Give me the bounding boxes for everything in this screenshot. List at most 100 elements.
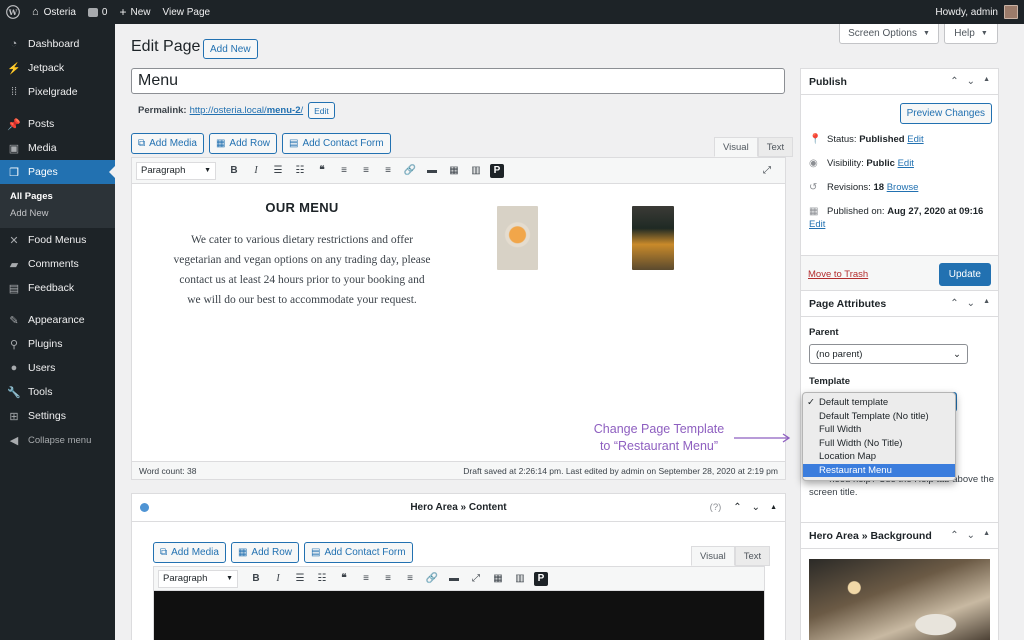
read-more-icon[interactable]: ▬ — [446, 571, 462, 587]
move-to-trash-link[interactable]: Move to Trash — [808, 269, 868, 280]
add-media-button[interactable]: ⧉ Add Media — [131, 133, 204, 154]
hero-format-select[interactable]: Paragraph ▼ — [158, 569, 238, 588]
new-content-link[interactable]: + New — [113, 0, 156, 24]
numbered-list-icon[interactable]: ☷ — [314, 571, 330, 587]
numbered-list-icon[interactable]: ☷ — [292, 163, 308, 179]
chevron-up-icon[interactable]: ⌃ — [950, 530, 958, 541]
pixelgrade-p-icon[interactable]: P — [534, 571, 548, 586]
editor-content[interactable]: OUR MENU We cater to various dietary res… — [132, 184, 785, 456]
italic-icon[interactable]: I — [270, 571, 286, 587]
sidebar-item-dashboard[interactable]: ◔ Dashboard — [0, 32, 115, 56]
template-option[interactable]: Full Width — [803, 423, 955, 437]
permalink-link[interactable]: http://osteria.local/menu-2/ — [190, 105, 304, 116]
hero-box-help[interactable]: (?) — [710, 502, 722, 513]
tab-text[interactable]: Text — [757, 137, 794, 157]
caret-up-icon[interactable]: ▲ — [983, 530, 990, 541]
italic-icon[interactable]: I — [248, 163, 264, 179]
columns-icon[interactable]: ▥ — [512, 571, 528, 587]
align-center-icon[interactable]: ≡ — [358, 163, 374, 179]
sidebar-item-tools[interactable]: 🔧 Tools — [0, 380, 115, 404]
bold-icon[interactable]: B — [248, 571, 264, 587]
align-left-icon[interactable]: ≡ — [336, 163, 352, 179]
caret-up-icon[interactable]: ▲ — [983, 298, 990, 309]
submenu-add-new[interactable]: Add New — [0, 205, 115, 222]
chevron-down-icon[interactable]: ⌄ — [967, 298, 975, 309]
caret-up-icon[interactable]: ▲ — [770, 504, 777, 511]
align-right-icon[interactable]: ≡ — [380, 163, 396, 179]
template-dropdown-menu[interactable]: ✓ Default template Default Template (No t… — [802, 392, 956, 481]
post-title-input[interactable]: Menu — [131, 68, 785, 94]
hero-tab-text[interactable]: Text — [734, 546, 771, 566]
template-option[interactable]: Default Template (No title) — [803, 410, 955, 424]
align-center-icon[interactable]: ≡ — [380, 571, 396, 587]
hero-tab-visual[interactable]: Visual — [691, 546, 735, 566]
preview-changes-button[interactable]: Preview Changes — [899, 103, 992, 124]
blockquote-icon[interactable]: ❝ — [314, 163, 330, 179]
sidebar-item-users[interactable]: ● Users — [0, 356, 115, 380]
screen-options-button[interactable]: Screen Options ▼ — [839, 24, 939, 44]
cocktail-image[interactable] — [632, 206, 674, 270]
parent-select[interactable]: (no parent) ⌄ — [809, 344, 968, 364]
sidebar-item-food-menus[interactable]: ✕ Food Menus — [0, 228, 115, 252]
fullscreen-icon[interactable]: ⤢ — [468, 571, 484, 587]
template-option[interactable]: Full Width (No Title) — [803, 437, 955, 451]
sidebar-item-media[interactable]: ▣ Media — [0, 136, 115, 160]
align-right-icon[interactable]: ≡ — [402, 571, 418, 587]
link-icon[interactable]: 🔗 — [402, 163, 418, 179]
align-left-icon[interactable]: ≡ — [358, 571, 374, 587]
chevron-down-icon[interactable]: ⌄ — [967, 530, 975, 541]
sidebar-item-comments[interactable]: ▰ Comments — [0, 252, 115, 276]
account-menu[interactable]: Howdy, admin — [929, 0, 1024, 24]
sidebar-item-feedback[interactable]: ▤ Feedback — [0, 276, 115, 300]
link-icon[interactable]: 🔗 — [424, 571, 440, 587]
toolbar-toggle-icon[interactable]: ▦ — [446, 163, 462, 179]
sidebar-item-appearance[interactable]: ✎ Appearance — [0, 308, 115, 332]
update-button[interactable]: Update — [938, 263, 991, 286]
view-page-link[interactable]: View Page — [156, 0, 216, 24]
browse-revisions-link[interactable]: Browse — [887, 182, 919, 193]
template-option[interactable]: Location Map — [803, 450, 955, 464]
visibility-edit-link[interactable]: Edit — [898, 158, 914, 169]
hero-add-media-button[interactable]: ⧉ Add Media — [153, 542, 226, 563]
wordpress-logo-icon[interactable]: W — [0, 0, 26, 24]
caret-up-icon[interactable]: ▲ — [983, 76, 990, 87]
chevron-down-icon[interactable]: ⌄ — [752, 502, 760, 513]
submenu-all-pages[interactable]: All Pages — [0, 188, 115, 205]
chevron-up-icon[interactable]: ⌃ — [950, 298, 958, 309]
format-select[interactable]: Paragraph ▼ — [136, 161, 216, 180]
chevron-up-icon[interactable]: ⌃ — [950, 76, 958, 87]
tab-visual[interactable]: Visual — [714, 137, 758, 157]
hero-background-image[interactable] — [809, 559, 990, 640]
sidebar-item-pixelgrade[interactable]: ⁞⁞ Pixelgrade — [0, 80, 115, 104]
columns-icon[interactable]: ▥ — [468, 163, 484, 179]
bold-icon[interactable]: B — [226, 163, 242, 179]
sidebar-item-settings[interactable]: ⊞ Settings — [0, 404, 115, 428]
permalink-edit-button[interactable]: Edit — [308, 102, 335, 119]
add-new-page-button[interactable]: Add New — [203, 39, 258, 59]
collapse-menu-button[interactable]: ◀ Collapse menu — [0, 428, 115, 452]
hero-add-row-button[interactable]: ▦ Add Row — [230, 542, 299, 563]
sidebar-item-plugins[interactable]: ⚲ Plugins — [0, 332, 115, 356]
sidebar-item-pages[interactable]: ❐ Pages — [0, 160, 115, 184]
toolbar-toggle-icon[interactable]: ▦ — [490, 571, 506, 587]
read-more-icon[interactable]: ▬ — [424, 163, 440, 179]
bullet-list-icon[interactable]: ☰ — [270, 163, 286, 179]
hero-add-contact-form-button[interactable]: ▤ Add Contact Form — [303, 542, 413, 563]
help-button[interactable]: Help ▼ — [944, 24, 998, 44]
status-edit-link[interactable]: Edit — [907, 134, 923, 145]
bullet-list-icon[interactable]: ☰ — [292, 571, 308, 587]
add-contact-form-button[interactable]: ▤ Add Contact Form — [281, 133, 391, 154]
fullscreen-icon[interactable]: ⤢ — [759, 163, 775, 179]
site-name-link[interactable]: ⌂ Osteria — [26, 0, 82, 24]
template-option-highlighted[interactable]: Restaurant Menu — [803, 463, 955, 477]
add-row-button[interactable]: ▦ Add Row — [208, 133, 277, 154]
hero-editor-content[interactable] — [154, 591, 764, 640]
sidebar-item-posts[interactable]: 📌 Posts — [0, 112, 115, 136]
blockquote-icon[interactable]: ❝ — [336, 571, 352, 587]
chevron-up-icon[interactable]: ⌃ — [733, 502, 741, 513]
soup-image[interactable] — [497, 206, 538, 270]
sidebar-item-jetpack[interactable]: ⚡ Jetpack — [0, 56, 115, 80]
chevron-down-icon[interactable]: ⌄ — [967, 76, 975, 87]
pixelgrade-p-icon[interactable]: P — [490, 163, 504, 178]
template-option[interactable]: ✓ Default template — [803, 396, 955, 410]
